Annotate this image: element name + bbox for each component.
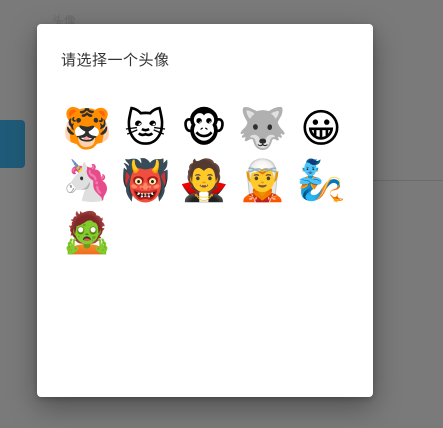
chimpanzee-icon: 🐵 — [180, 106, 228, 152]
unicorn-face-icon: 🦄 — [62, 158, 112, 204]
avatar-option-genie[interactable]: 🧞 — [293, 156, 349, 206]
avatar-option-unicorn[interactable]: 🦄 — [59, 156, 115, 206]
grinning-face-icon: 😀 — [300, 106, 342, 152]
avatar-option-cat[interactable]: 🐱 — [118, 104, 174, 154]
avatar-grid: 🐯 🐱 🐵 🐺 😀 🦄 👹 🧛 🧝 🧞 🧟 — [59, 104, 359, 260]
avatar-option-wolf[interactable]: 🐺 — [235, 104, 291, 154]
avatar-option-ogre[interactable]: 👹 — [118, 156, 174, 206]
avatar-option-zombie[interactable]: 🧟 — [59, 208, 115, 258]
avatar-option-chimpanzee[interactable]: 🐵 — [176, 104, 232, 154]
zombie-icon: 🧟 — [62, 210, 112, 256]
genie-icon: 🧞 — [296, 158, 346, 204]
vampire-icon: 🧛 — [179, 158, 229, 204]
screen: 头像 请选择一个头像 🐯 🐱 🐵 🐺 😀 🦄 👹 🧛 🧝 🧞 🧟 — [0, 0, 443, 428]
background-divider — [372, 180, 443, 181]
avatar-option-tiger[interactable]: 🐯 — [59, 104, 115, 154]
ogre-icon: 👹 — [120, 158, 171, 204]
avatar-option-elf[interactable]: 🧝 — [235, 156, 291, 206]
tiger-face-icon: 🐯 — [62, 106, 112, 152]
avatar-picker-dialog: 请选择一个头像 🐯 🐱 🐵 🐺 😀 🦄 👹 🧛 🧝 🧞 🧟 — [37, 24, 373, 397]
wolf-face-icon: 🐺 — [237, 106, 288, 152]
avatar-option-grinning-face[interactable]: 😀 — [293, 104, 349, 154]
background-card — [0, 120, 25, 168]
cat-face-icon: 🐱 — [124, 106, 167, 152]
dialog-title: 请选择一个头像 — [61, 51, 170, 69]
elf-icon: 🧝 — [237, 158, 288, 204]
avatar-option-vampire[interactable]: 🧛 — [176, 156, 232, 206]
